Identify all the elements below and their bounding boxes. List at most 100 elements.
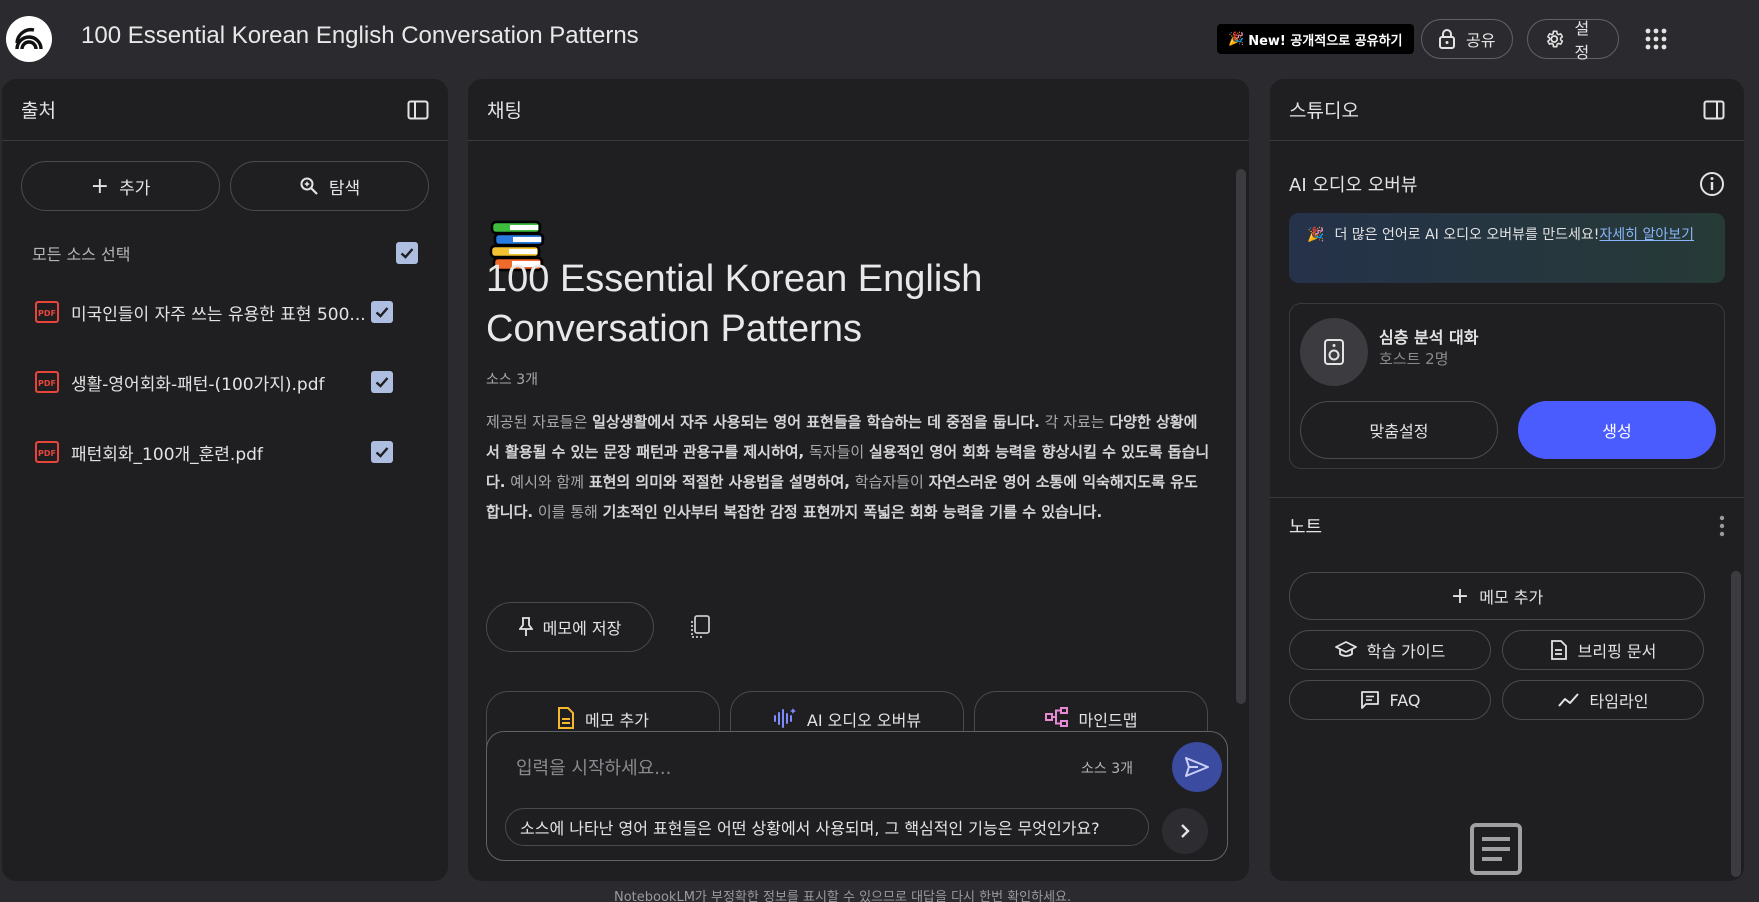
info-icon[interactable] [1699, 171, 1725, 197]
source-checkbox[interactable] [371, 301, 393, 323]
studio-scrollbar[interactable] [1731, 571, 1741, 877]
source-item[interactable]: PDF 패턴회화_100개_훈련.pdf [2, 417, 448, 487]
source-item[interactable]: PDF 미국인들이 자주 쓰는 유용한 표현 500... [2, 277, 448, 347]
disclaimer: NotebookLM가 부정확한 정보를 표시할 수 있으므로 대답을 다시 한… [614, 890, 1072, 902]
sources-panel: 출처 + 추가 탐색 모든 소스 선택 PDF 미국인들이 자주 쓰는 유용한 … [2, 79, 448, 881]
send-button[interactable] [1172, 742, 1222, 792]
collapse-panel-icon[interactable] [1703, 99, 1725, 121]
notes-section-header: 노트 [1270, 498, 1744, 554]
collapse-panel-icon[interactable] [407, 99, 429, 121]
pdf-icon: PDF [35, 371, 59, 393]
timeline-button[interactable]: 타임라인 [1502, 680, 1704, 720]
learn-more-link[interactable]: 자세히 알아보기 [1599, 227, 1694, 243]
pdf-icon: PDF [35, 301, 59, 323]
explore-sources-button[interactable]: 탐색 [230, 161, 429, 211]
deep-dive-card: 심층 분석 대화 호스트 2명 맞춤설정 생성 [1289, 303, 1725, 469]
summary-segment: 독자들이 [804, 443, 870, 461]
send-icon [1185, 757, 1209, 777]
summary-segment: 표현의 의미와 적절한 사용법을 설명하여, [588, 473, 851, 491]
note-doc-icon [558, 707, 575, 729]
new-public-share-button[interactable]: 🎉 New! 공개적으로 공유하기 [1217, 24, 1414, 54]
deep-dive-subtitle: 호스트 2명 [1379, 350, 1449, 368]
plus-icon: + [90, 173, 110, 199]
pin-icon [518, 617, 533, 636]
svg-text:PDF: PDF [38, 309, 56, 318]
save-to-note-button[interactable]: 메모에 저장 [486, 602, 654, 652]
settings-label: 설정 [1574, 19, 1590, 62]
add-source-button[interactable]: + 추가 [21, 161, 220, 211]
add-note-button[interactable]: + 메모 추가 [1289, 572, 1705, 620]
summary-segment: 제공된 자료들은 [486, 413, 593, 431]
study-guide-button[interactable]: 학습 가이드 [1289, 630, 1491, 670]
mindmap-icon [1044, 707, 1068, 727]
audio-wave-icon [773, 708, 796, 728]
add-source-label: 추가 [119, 178, 151, 199]
select-all-checkbox[interactable] [396, 242, 418, 264]
chat-bubble-icon [1360, 691, 1379, 709]
lock-icon [1439, 29, 1455, 49]
notebook-heading: 100 Essential Korean English Conversatio… [486, 258, 983, 350]
svg-text:PDF: PDF [38, 379, 56, 388]
apps-grid-icon[interactable] [1644, 27, 1668, 51]
more-vert-icon[interactable] [1719, 515, 1725, 537]
chat-input[interactable]: 입력을 시작하세요... [516, 754, 671, 780]
summary-segment: 학습자들이 [850, 473, 929, 491]
note-btn-label: 타임라인 [1589, 692, 1649, 711]
sources-panel-title: 출처 [21, 100, 56, 122]
share-button[interactable]: 공유 [1421, 19, 1513, 59]
studio-header: 스튜디오 [1270, 79, 1744, 141]
notes-placeholder-icon [1470, 823, 1522, 875]
source-name: 생활-영어회화-패턴-(100가지).pdf [71, 374, 325, 395]
deep-dive-title: 심층 분석 대화 [1379, 328, 1479, 347]
settings-button[interactable]: 설정 [1527, 19, 1619, 62]
copy-icon[interactable] [688, 614, 712, 640]
explore-label: 탐색 [328, 178, 361, 199]
select-all-label: 모든 소스 선택 [32, 245, 131, 264]
source-checkbox[interactable] [371, 441, 393, 463]
note-template-grid: 학습 가이드 브리핑 문서 FAQ 타임라인 [1289, 630, 1725, 720]
chat-header: 채팅 [468, 79, 1249, 141]
svg-text:PDF: PDF [38, 449, 56, 458]
chevron-right-icon [1181, 824, 1190, 838]
trending-line-icon [1557, 693, 1579, 707]
source-name: 패턴회화_100개_훈련.pdf [71, 444, 263, 465]
pdf-icon: PDF [35, 441, 59, 463]
audio-overview-section: AI 오디오 오버뷰 [1270, 171, 1744, 197]
chat-panel-title: 채팅 [487, 100, 522, 122]
generate-button[interactable]: 생성 [1518, 401, 1716, 459]
customize-button[interactable]: 맞춤설정 [1300, 401, 1498, 459]
source-item[interactable]: PDF 생활-영어회화-패턴-(100가지).pdf [2, 347, 448, 417]
note-btn-label: 브리핑 문서 [1577, 642, 1657, 661]
summary-segment: 예시와 함께 [505, 473, 589, 491]
chat-composer: 입력을 시작하세요... 소스 3개 소스에 나타난 영어 표현들은 어떤 상황… [486, 731, 1228, 861]
party-popper-icon: 🎉 [1307, 227, 1325, 243]
summary-segment: 기초적인 인사부터 복잡한 감정 표현까지 폭넓은 회화 능력을 기를 수 있습… [602, 503, 1103, 521]
chat-panel: 채팅 100 Essential Korean English Conversa… [468, 79, 1249, 881]
composer-source-count: 소스 3개 [1081, 761, 1133, 777]
document-icon [1550, 640, 1567, 660]
speaker-icon [1300, 318, 1368, 386]
suggested-question[interactable]: 소스에 나타난 영어 표현들은 어떤 상황에서 사용되며, 그 핵심적인 기능은… [505, 808, 1149, 846]
notebook-title[interactable]: 100 Essential Korean English Conversatio… [81, 22, 639, 50]
gear-icon [1547, 30, 1564, 48]
summary-segment: 이를 통해 [533, 503, 603, 521]
select-all-row: 모든 소스 선택 [2, 241, 448, 265]
notebooklm-logo-icon[interactable] [6, 16, 52, 62]
chat-scrollbar[interactable] [1236, 169, 1246, 704]
faq-button[interactable]: FAQ [1289, 680, 1491, 720]
briefing-doc-button[interactable]: 브리핑 문서 [1502, 630, 1704, 670]
summary-segment: 일상생활에서 자주 사용되는 영어 표현들을 학습하는 데 중점을 둡니다. [592, 413, 1040, 431]
note-btn-label: FAQ [1389, 690, 1421, 710]
sources-header: 출처 [2, 79, 448, 141]
notebook-summary: 제공된 자료들은 일상생활에서 자주 사용되는 영어 표현들을 학습하는 데 중… [486, 407, 1211, 527]
studio-panel-title: 스튜디오 [1289, 100, 1359, 122]
top-bar: 100 Essential Korean English Conversatio… [0, 0, 1759, 78]
banner-text: 더 많은 언어로 AI 오디오 오버뷰를 만드세요! [1334, 227, 1600, 243]
source-count: 소스 3개 [486, 372, 538, 388]
suggest-label: AI 오디오 오버뷰 [806, 711, 922, 730]
graduation-cap-icon [1334, 641, 1357, 657]
note-btn-label: 학습 가이드 [1366, 642, 1446, 661]
plus-icon: + [1450, 583, 1470, 609]
next-suggestion-button[interactable] [1162, 808, 1208, 854]
source-checkbox[interactable] [371, 371, 393, 393]
